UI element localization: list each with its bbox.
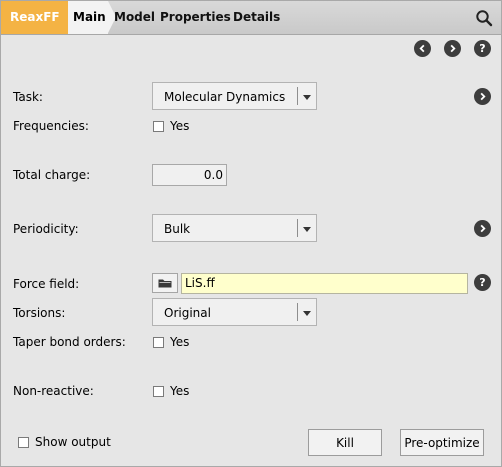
kill-button[interactable]: Kill [308,429,382,456]
task-label: Task: [13,90,43,104]
tab-details[interactable]: Details [233,10,280,24]
search-icon[interactable] [475,9,493,27]
tab-model[interactable]: Model [114,10,155,24]
total-charge-label: Total charge: [13,168,91,182]
taper-bond-orders-checkbox[interactable]: Yes [153,335,189,349]
tab-main-label: Main [73,10,106,24]
force-field-input[interactable]: LiS.ff [181,273,468,294]
checkbox-box[interactable] [153,336,164,348]
chevron-down-icon [303,311,311,316]
tab-main[interactable]: Main [68,1,116,34]
torsions-select[interactable]: Original [152,298,317,326]
non-reactive-checkbox[interactable]: Yes [153,384,189,398]
periodicity-select[interactable]: Bulk [152,214,317,242]
taper-bond-orders-label: Taper bond orders: [13,335,126,349]
torsions-select-separator [297,303,298,321]
help-glyph: ? [479,42,486,55]
periodicity-value: Bulk [164,222,191,236]
non-reactive-option-label: Yes [170,384,190,398]
periodicity-select-separator [297,219,298,237]
task-select-separator [297,87,298,105]
tab-properties[interactable]: Properties [160,10,231,24]
task-value: Molecular Dynamics [164,90,286,104]
pre-optimize-button[interactable]: Pre-optimize [400,429,484,456]
checkbox-box[interactable] [153,385,164,397]
frequencies-checkbox[interactable]: Yes [153,119,189,133]
back-icon[interactable] [414,40,431,57]
show-output-label: Show output [35,435,111,449]
taper-option-label: Yes [170,335,190,349]
show-output-checkbox[interactable]: Show output [18,435,111,449]
chevron-down-icon [303,227,311,232]
frequencies-label: Frequencies: [13,119,89,133]
tab-bar: ReaxFF Main Model Properties Details [1,1,501,35]
help-glyph: ? [479,276,486,289]
checkbox-box[interactable] [18,436,29,448]
force-field-help-icon[interactable]: ? [474,274,491,291]
periodicity-details-icon[interactable] [474,220,491,237]
torsions-label: Torsions: [13,306,66,320]
task-select[interactable]: Molecular Dynamics [152,82,317,110]
non-reactive-label: Non-reactive: [13,384,94,398]
help-icon[interactable]: ? [474,40,491,57]
folder-button[interactable] [152,273,178,293]
total-charge-input[interactable]: 0.0 [152,164,227,186]
frequencies-option-label: Yes [170,119,190,133]
periodicity-label: Periodicity: [13,222,79,236]
tab-reaxff[interactable]: ReaxFF [1,1,81,34]
tab-reaxff-label: ReaxFF [10,10,60,24]
checkbox-box[interactable] [153,120,164,132]
reaxff-input-window: ReaxFF Main Model Properties Details ? T… [0,0,502,467]
force-field-label: Force field: [13,277,80,291]
torsions-value: Original [164,306,211,320]
chevron-down-icon [303,95,311,100]
task-details-icon[interactable] [474,88,491,105]
folder-icon [158,279,172,288]
forward-icon[interactable] [444,40,461,57]
